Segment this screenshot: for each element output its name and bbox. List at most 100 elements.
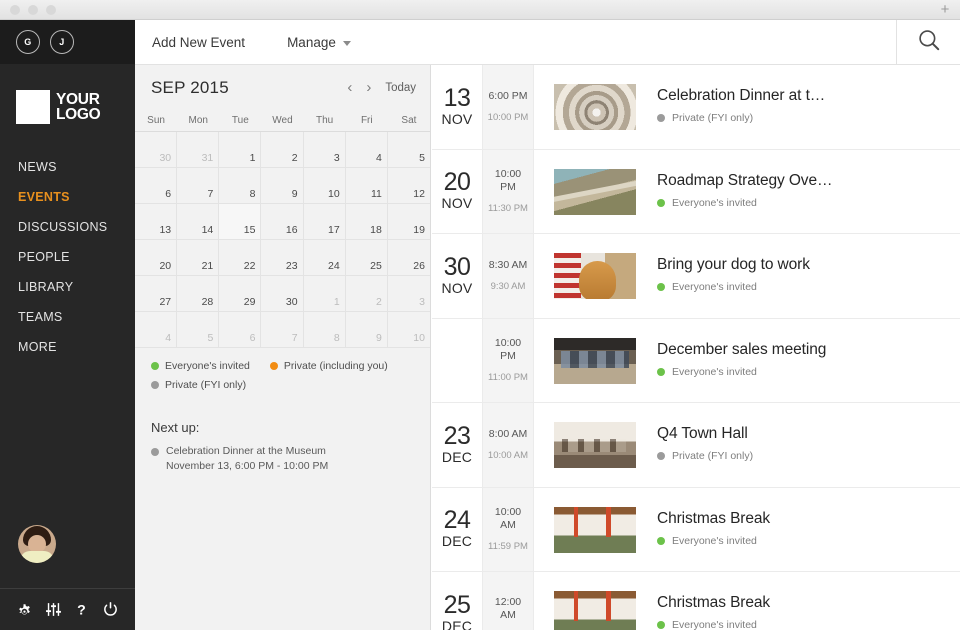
calendar-day-cell[interactable]: 5 <box>177 312 220 348</box>
event-start-time: 10:00 PM <box>494 336 522 362</box>
help-icon[interactable]: ? <box>73 601 90 618</box>
event-thumbnail[interactable] <box>554 506 636 553</box>
calendar-day-cell[interactable]: 17 <box>303 204 346 240</box>
search-button[interactable] <box>896 20 960 64</box>
avatar[interactable] <box>18 525 56 563</box>
calendar-day-cell[interactable]: 28 <box>177 276 220 312</box>
event-title[interactable]: Christmas Break <box>657 510 960 528</box>
calendar-day-cell[interactable]: 7 <box>261 312 304 348</box>
sidebar-item-people[interactable]: PEOPLE <box>0 242 135 272</box>
next-up-text: Celebration Dinner at the Museum Novembe… <box>166 444 328 474</box>
calendar-day-cell[interactable]: 18 <box>345 204 388 240</box>
calendar-day-cell[interactable]: 3 <box>303 132 346 168</box>
calendar-day-cell[interactable]: 14 <box>177 204 220 240</box>
calendar-day-cell[interactable]: 1 <box>219 132 262 168</box>
calendar-day-cell[interactable]: 15 <box>219 204 262 240</box>
event-title[interactable]: December sales meeting <box>657 341 960 359</box>
next-up-item[interactable]: Celebration Dinner at the Museum Novembe… <box>151 444 430 474</box>
calendar-day-cell[interactable]: 12 <box>387 168 430 204</box>
calendar-day-cell[interactable]: 22 <box>219 240 262 276</box>
calendar-day-cell[interactable]: 9 <box>261 168 304 204</box>
power-icon[interactable] <box>102 601 119 618</box>
sidebar-item-teams[interactable]: TEAMS <box>0 302 135 332</box>
calendar-day-cell[interactable]: 16 <box>261 204 304 240</box>
calendar-day-cell[interactable]: 30 <box>135 132 178 168</box>
event-thumbnail[interactable] <box>554 591 636 630</box>
calendar-day-cell[interactable]: 6 <box>219 312 262 348</box>
calendar-day-cell[interactable]: 2 <box>345 276 388 312</box>
sidebar-item-library[interactable]: LIBRARY <box>0 272 135 302</box>
add-new-event-button[interactable]: Add New Event <box>152 35 245 50</box>
calendar-day-cell[interactable]: 8 <box>219 168 262 204</box>
calendar-day-cell[interactable]: 29 <box>219 276 262 312</box>
calendar-day-cell[interactable]: 27 <box>135 276 178 312</box>
calendar-day-cell[interactable]: 25 <box>345 240 388 276</box>
event-row[interactable]: 10:00 PM 11:00 PM December sales meeting Ev… <box>432 318 960 403</box>
event-thumbnail[interactable] <box>554 337 636 384</box>
next-month-button[interactable]: › <box>366 80 371 95</box>
calendar-day-cell[interactable]: 10 <box>303 168 346 204</box>
event-thumbnail[interactable] <box>554 84 636 130</box>
calendar-day-cell[interactable]: 9 <box>345 312 388 348</box>
event-row[interactable]: 30 NOV 8:30 AM 9:30 AM Bring your dog to wor… <box>432 234 960 319</box>
prev-month-button[interactable]: ‹ <box>347 80 352 95</box>
sliders-icon[interactable] <box>45 601 62 618</box>
event-title[interactable]: Roadmap Strategy Ove… <box>657 172 960 190</box>
next-up-dot <box>151 448 159 456</box>
event-row[interactable]: 25 DEC 12:00 AM Christmas Break Everyone's i… <box>432 572 960 630</box>
calendar-day-cell[interactable]: 4 <box>345 132 388 168</box>
today-button[interactable]: Today <box>385 82 416 94</box>
calendar-day-cell[interactable]: 23 <box>261 240 304 276</box>
minimize-icon[interactable] <box>28 5 38 15</box>
calendar-day-cell[interactable]: 30 <box>261 276 304 312</box>
events-list[interactable]: 13 NOV 6:00 PM 10:00 PM Celebration Dinner a… <box>432 65 960 630</box>
new-tab-button[interactable]: + <box>934 1 956 19</box>
calendar-day-cell[interactable]: 10 <box>387 312 430 348</box>
weekday-thu: Thu <box>316 115 334 126</box>
app-logo[interactable]: YOUR LOGO <box>16 90 135 124</box>
calendar-day-cell[interactable]: 2 <box>261 132 304 168</box>
badge-g[interactable]: G <box>16 30 40 54</box>
manage-dropdown[interactable]: Manage <box>287 35 351 50</box>
event-row[interactable]: 23 DEC 8:00 AM 10:00 AM Q4 Town Hall Private … <box>432 403 960 488</box>
event-row[interactable]: 24 DEC 10:00 AM 11:59 PM Christmas Break Ever… <box>432 487 960 572</box>
event-thumbnail[interactable] <box>554 253 636 299</box>
calendar-day-cell[interactable]: 26 <box>387 240 430 276</box>
event-title[interactable]: Bring your dog to work <box>657 256 960 274</box>
calendar-day-cell[interactable]: 11 <box>345 168 388 204</box>
calendar-day-cell[interactable]: 8 <box>303 312 346 348</box>
sidebar-item-events[interactable]: EVENTS <box>0 182 135 212</box>
calendar-day-cell[interactable]: 3 <box>387 276 430 312</box>
event-row[interactable]: 20 NOV 10:00 PM 11:30 PM Roadmap Strategy Ov… <box>432 149 960 234</box>
sidebar-item-news[interactable]: NEWS <box>0 152 135 182</box>
event-thumbnail[interactable] <box>554 168 636 215</box>
calendar-day-cell[interactable]: 1 <box>303 276 346 312</box>
sidebar-item-more[interactable]: MORE <box>0 332 135 362</box>
calendar-day-cell[interactable]: 4 <box>135 312 178 348</box>
calendar-day-cell[interactable]: 13 <box>135 204 178 240</box>
weekday-wed: Wed <box>272 115 293 126</box>
calendar-day-cell[interactable]: 20 <box>135 240 178 276</box>
maximize-icon[interactable] <box>46 5 56 15</box>
window-controls[interactable] <box>10 5 56 15</box>
calendar-day-cell[interactable]: 5 <box>387 132 430 168</box>
calendar-day-cell[interactable]: 31 <box>177 132 220 168</box>
event-title[interactable]: Celebration Dinner at t… <box>657 87 960 105</box>
event-thumbnail[interactable] <box>554 422 636 468</box>
calendar-day-cell[interactable]: 7 <box>177 168 220 204</box>
close-icon[interactable] <box>10 5 20 15</box>
calendar-day-cell[interactable]: 24 <box>303 240 346 276</box>
calendar-day-cell[interactable]: 21 <box>177 240 220 276</box>
calendar-day-cell[interactable]: 19 <box>387 204 430 240</box>
calendar-day-cell[interactable]: 6 <box>135 168 178 204</box>
sidebar-item-discussions[interactable]: DISCUSSIONS <box>0 212 135 242</box>
event-title[interactable]: Christmas Break <box>657 594 960 612</box>
avatar-shirt <box>20 551 54 563</box>
badge-j[interactable]: J <box>50 30 74 54</box>
event-date: 30 NOV <box>432 234 483 318</box>
event-title[interactable]: Q4 Town Hall <box>657 425 960 443</box>
logo-square-icon <box>16 90 50 124</box>
calendar-day-number: 11 <box>370 188 382 200</box>
event-row[interactable]: 13 NOV 6:00 PM 10:00 PM Celebration Dinner a… <box>432 65 960 150</box>
gear-icon[interactable] <box>16 601 33 618</box>
